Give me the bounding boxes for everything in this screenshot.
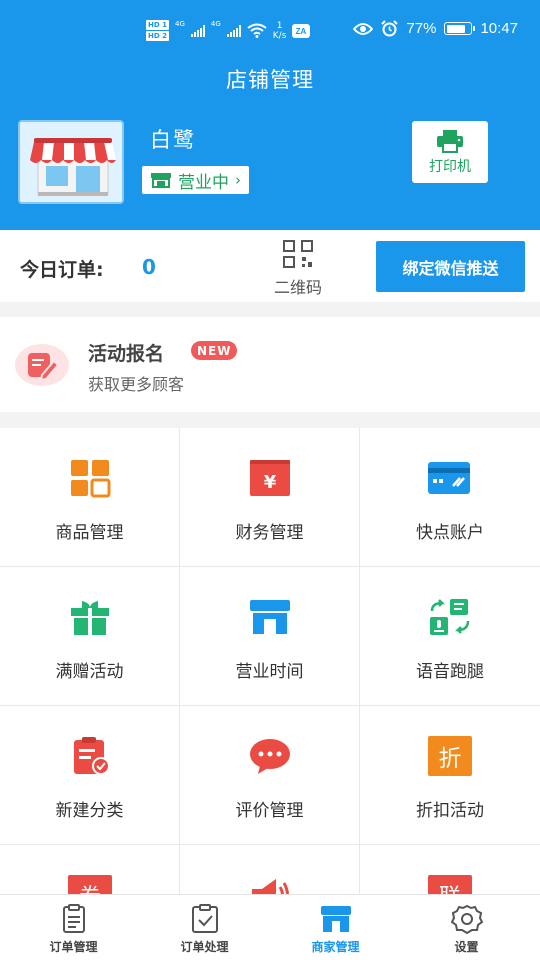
activity-signup-card[interactable]	[0, 317, 540, 412]
bottom-tab-bar: 订单管理 订单处理 商家管理 设置	[0, 894, 540, 960]
today-orders-label: 今日订单:	[20, 259, 104, 281]
clock-time: 10:47	[480, 20, 518, 37]
tab-label: 订单管理	[49, 940, 98, 954]
grid-item-union[interactable]: 联	[360, 845, 540, 894]
gift-icon	[71, 601, 109, 635]
business-status-button[interactable]: 营业中 ›	[142, 166, 249, 194]
grid-item-broadcast[interactable]	[180, 845, 360, 894]
merchant-store-icon	[320, 906, 351, 932]
discount-icon: 折	[428, 736, 472, 776]
review-chat-icon	[250, 739, 290, 774]
hd1-label: HD 1	[146, 20, 169, 30]
tab-order-management[interactable]: 订单管理	[6, 895, 141, 960]
eye-icon	[353, 22, 374, 35]
activity-edit-icon	[15, 344, 69, 386]
grid-item-voice-errand[interactable]: 语音跑腿	[360, 567, 540, 706]
bind-wechat-push-button[interactable]: 绑定微信推送	[376, 241, 525, 292]
tab-label: 订单处理	[180, 940, 229, 954]
speaker-icon	[252, 879, 289, 894]
store-hours-icon	[250, 600, 290, 634]
app-notification-icon: ZA	[292, 23, 311, 38]
status-right: 77% 10:47	[353, 20, 518, 37]
qr-code-button[interactable]: 二维码	[266, 240, 330, 298]
grid-item-finance[interactable]: ¥ 财务管理	[180, 428, 360, 567]
printer-button[interactable]: 打印机	[412, 121, 488, 183]
speed-unit: K/s	[272, 30, 287, 41]
status-left: HD 1 HD 2 4G 4G 1 K/s ZA	[146, 20, 311, 41]
account-card-icon	[428, 462, 470, 494]
speed-value: 1	[276, 20, 283, 31]
tab-label: 商家管理	[311, 940, 360, 954]
svg-text:ZA: ZA	[296, 27, 307, 36]
shop-avatar[interactable]	[18, 120, 124, 204]
printer-icon	[437, 129, 463, 153]
settings-gear-icon	[450, 904, 483, 934]
union-icon: 联	[428, 875, 472, 894]
grid-item-coupon[interactable]: 券	[0, 845, 180, 894]
battery-icon	[444, 22, 476, 35]
grid-item-account[interactable]: 快点账户	[360, 428, 540, 567]
new-badge: NEW	[191, 341, 238, 360]
goods-grid-icon	[71, 460, 111, 498]
printer-label: 打印机	[429, 158, 471, 175]
grid-item-label: 评价管理	[235, 801, 304, 821]
storefront-image	[20, 122, 122, 202]
business-status-label: 营业中	[178, 172, 229, 193]
page-title: 店铺管理	[226, 68, 314, 92]
wifi-icon	[247, 23, 267, 38]
hd-indicator: HD 1 HD 2	[146, 20, 169, 41]
qr-code-icon	[283, 240, 313, 268]
shop-name: 白鹭	[150, 128, 196, 152]
function-grid: 商品管理 ¥ 财务管理 快点账户 满赠活动 营业时间 语音跑腿 新建分类 评价管…	[0, 428, 540, 894]
grid-item-label: 营业时间	[235, 662, 304, 682]
today-orders-count[interactable]: 0	[142, 255, 156, 279]
grid-item-label: 折扣活动	[416, 801, 484, 821]
battery-percent: 77%	[406, 20, 437, 37]
grid-item-label: 新建分类	[55, 801, 124, 821]
svg-text:¥: ¥	[264, 472, 277, 493]
grid-item-new-category[interactable]: 新建分类	[0, 706, 180, 845]
grid-item-label: 商品管理	[55, 523, 124, 543]
grid-item-hours[interactable]: 营业时间	[180, 567, 360, 706]
new-category-icon	[74, 737, 110, 775]
grid-item-label: 财务管理	[235, 523, 304, 543]
finance-yen-icon: ¥	[250, 460, 290, 496]
tab-merchant-management[interactable]: 商家管理	[268, 895, 403, 960]
order-list-icon	[62, 904, 85, 933]
grid-item-reviews[interactable]: 评价管理	[180, 706, 360, 845]
hd2-label: HD 2	[146, 31, 169, 41]
signal-icon-2	[226, 24, 241, 37]
network-label-1: 4G	[174, 20, 185, 28]
grid-item-discount[interactable]: 折 折扣活动	[360, 706, 540, 845]
header: HD 1 HD 2 4G 4G 1 K/s ZA 77% 10:47 店铺管理	[0, 0, 540, 230]
network-label-2: 4G	[210, 20, 221, 28]
coupon-icon: 券	[68, 875, 112, 894]
grid-item-label: 快点账户	[416, 523, 484, 543]
store-icon	[151, 173, 171, 188]
grid-item-goods[interactable]: 商品管理	[0, 428, 180, 567]
grid-item-label: 满赠活动	[55, 662, 124, 682]
order-check-icon	[191, 904, 218, 933]
activity-title: 活动报名	[88, 343, 165, 365]
grid-item-label: 语音跑腿	[416, 662, 484, 682]
net-speed: 1 K/s	[273, 21, 287, 41]
voice-errand-icon	[430, 599, 470, 635]
alarm-icon	[381, 20, 399, 37]
status-bar: HD 1 HD 2 4G 4G 1 K/s ZA 77% 10:47	[0, 0, 540, 62]
chevron-right-icon: ›	[235, 171, 241, 189]
signal-icon	[190, 24, 205, 37]
tab-order-processing[interactable]: 订单处理	[137, 895, 272, 960]
activity-subtitle: 获取更多顾客	[88, 375, 185, 394]
tab-label: 设置	[454, 940, 479, 954]
grid-item-gift[interactable]: 满赠活动	[0, 567, 180, 706]
tab-settings[interactable]: 设置	[399, 895, 534, 960]
qr-code-label: 二维码	[273, 278, 322, 297]
